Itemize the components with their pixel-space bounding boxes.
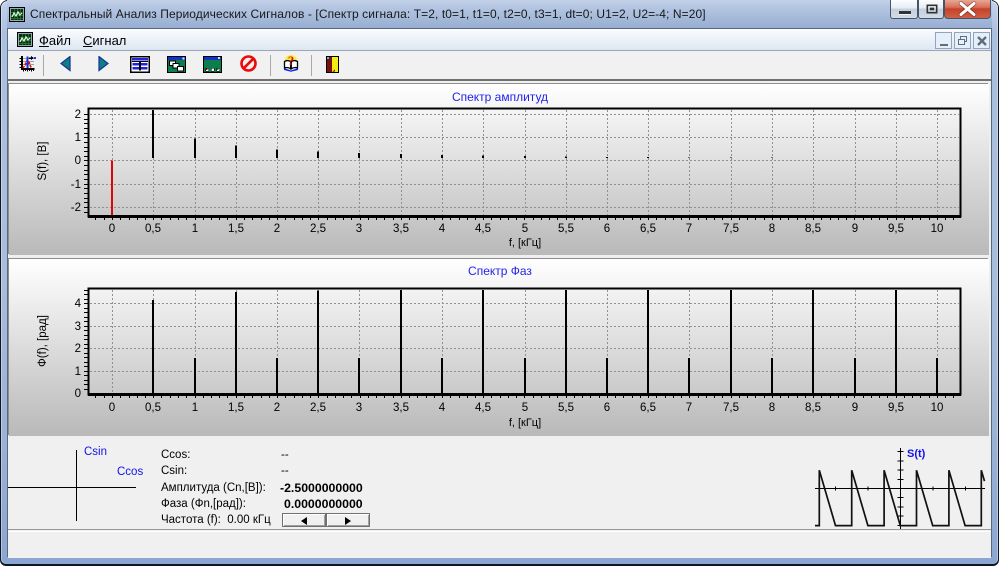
svg-text:0,5: 0,5	[145, 402, 161, 414]
svg-text:2,5: 2,5	[310, 223, 326, 235]
svg-text:Спектр Фаз: Спектр Фаз	[468, 264, 532, 278]
svg-text:9: 9	[852, 223, 858, 235]
svg-text:8,5: 8,5	[805, 402, 821, 414]
svg-text:1: 1	[192, 402, 198, 414]
svg-text:6,5: 6,5	[640, 402, 656, 414]
svg-text:3: 3	[356, 223, 362, 235]
svg-text:8,5: 8,5	[805, 223, 821, 235]
svg-text:0,5: 0,5	[145, 223, 161, 235]
svg-text:1: 1	[192, 223, 198, 235]
svg-text:9,5: 9,5	[888, 402, 904, 414]
svg-text:4,5: 4,5	[475, 223, 491, 235]
svg-text:4,5: 4,5	[475, 402, 491, 414]
svg-text:5,5: 5,5	[558, 402, 574, 414]
svg-text:f, [кГц]: f, [кГц]	[509, 237, 541, 249]
svg-text:5,5: 5,5	[558, 223, 574, 235]
svg-text:10: 10	[931, 223, 944, 235]
svg-text:4: 4	[439, 223, 446, 235]
svg-text:9: 9	[852, 402, 858, 414]
svg-text:3,5: 3,5	[393, 223, 409, 235]
svg-text:10: 10	[931, 402, 944, 414]
svg-text:7: 7	[686, 402, 692, 414]
svg-text:2: 2	[75, 343, 81, 355]
svg-text:?: ?	[288, 55, 294, 68]
svg-text:0: 0	[109, 223, 115, 235]
svg-text:0: 0	[109, 402, 115, 414]
svg-text:4: 4	[75, 298, 82, 310]
svg-text:9,5: 9,5	[888, 223, 904, 235]
svg-text:2: 2	[75, 109, 81, 121]
svg-text:3: 3	[356, 402, 362, 414]
svg-text:0: 0	[75, 155, 81, 167]
svg-text:f, [кГц]: f, [кГц]	[509, 417, 541, 429]
svg-text:7,5: 7,5	[723, 223, 739, 235]
svg-text:0: 0	[75, 388, 81, 400]
svg-text:4: 4	[439, 402, 446, 414]
svg-text:1,5: 1,5	[228, 402, 244, 414]
svg-text:5: 5	[522, 223, 528, 235]
svg-text:7,5: 7,5	[723, 402, 739, 414]
svg-text:1: 1	[75, 132, 81, 144]
svg-text:8: 8	[769, 223, 775, 235]
svg-text:5: 5	[522, 402, 528, 414]
svg-text:3: 3	[75, 321, 81, 333]
svg-text:2,5: 2,5	[310, 402, 326, 414]
svg-text:S(f), [В]: S(f), [В]	[37, 142, 49, 181]
svg-text:3,5: 3,5	[393, 402, 409, 414]
svg-text:2: 2	[274, 402, 280, 414]
svg-text:6,5: 6,5	[640, 223, 656, 235]
svg-text:1: 1	[75, 366, 81, 378]
svg-text:6: 6	[604, 402, 610, 414]
svg-text:2: 2	[274, 223, 280, 235]
svg-text:6: 6	[604, 223, 610, 235]
svg-text:7: 7	[686, 223, 692, 235]
svg-text:8: 8	[769, 402, 775, 414]
svg-text:1,5: 1,5	[228, 223, 244, 235]
svg-text:Ф(f), [рад]: Ф(f), [рад]	[37, 315, 49, 367]
svg-text:-1: -1	[71, 179, 81, 191]
svg-text:S(t): S(t)	[907, 448, 926, 460]
svg-text:Спектр амплитуд: Спектр амплитуд	[452, 90, 548, 104]
svg-text:-2: -2	[71, 202, 81, 214]
